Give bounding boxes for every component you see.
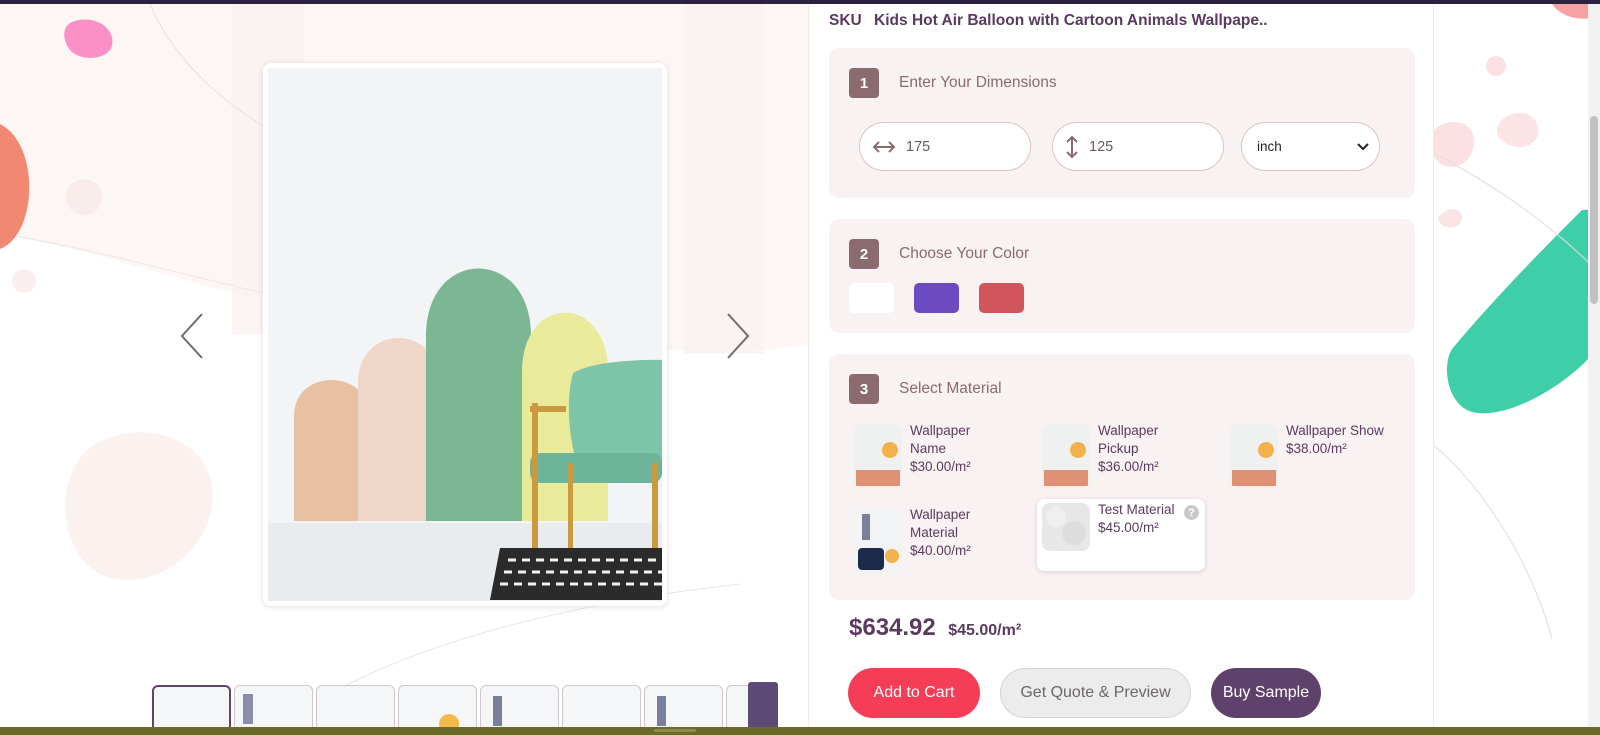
step-number: 2 bbox=[849, 239, 879, 269]
material-info: Test Material $45.00/m² bbox=[1098, 501, 1198, 537]
material-info: Wallpaper Name $30.00/m² bbox=[910, 422, 1010, 476]
material-price: $45.00/m² bbox=[1098, 520, 1159, 535]
browser-bottom-edge bbox=[0, 727, 1600, 735]
color-swatch-purple[interactable] bbox=[914, 283, 959, 313]
product-sku-line: SKU Kids Hot Air Balloon with Cartoon An… bbox=[829, 12, 1268, 30]
material-option[interactable]: Wallpaper Show $38.00/m² bbox=[1225, 420, 1393, 492]
material-section: 3 Select Material Wallpaper Name $30.00/… bbox=[829, 354, 1415, 600]
unit-select[interactable]: inch bbox=[1241, 122, 1380, 171]
chevron-down-icon bbox=[1357, 142, 1369, 150]
material-name: Wallpaper Pickup bbox=[1098, 423, 1159, 456]
material-price: $38.00/m² bbox=[1286, 441, 1347, 456]
thumbnail[interactable] bbox=[316, 685, 395, 731]
material-price: $40.00/m² bbox=[910, 543, 971, 558]
material-thumbnail bbox=[1230, 424, 1278, 488]
step-number: 3 bbox=[849, 374, 879, 404]
material-info: Wallpaper Material $40.00/m² bbox=[910, 506, 990, 560]
step-title: Enter Your Dimensions bbox=[899, 74, 1057, 91]
thumbnail[interactable] bbox=[562, 685, 641, 731]
material-thumbnail bbox=[1042, 424, 1090, 488]
material-option[interactable]: Wallpaper Name $30.00/m² bbox=[849, 420, 1017, 492]
price-summary: $634.92 $45.00/m² bbox=[849, 614, 1021, 642]
color-swatch-white[interactable] bbox=[849, 283, 894, 313]
material-option-selected[interactable]: Test Material $45.00/m² ? bbox=[1037, 499, 1205, 571]
step-number: 1 bbox=[849, 68, 879, 98]
material-price: $36.00/m² bbox=[1098, 459, 1159, 474]
vertical-arrows-icon bbox=[1066, 135, 1078, 158]
thumbnail-scroll-handle[interactable] bbox=[748, 682, 778, 730]
gallery-next-button[interactable] bbox=[722, 310, 752, 362]
thumbnail-strip bbox=[152, 685, 778, 731]
material-option[interactable]: Wallpaper Pickup $36.00/m² bbox=[1037, 420, 1205, 492]
step-title: Choose Your Color bbox=[899, 245, 1030, 262]
height-input[interactable] bbox=[1089, 138, 1199, 155]
decorative-background-right bbox=[1432, 4, 1600, 727]
material-price: $30.00/m² bbox=[910, 459, 971, 474]
buy-sample-button[interactable]: Buy Sample bbox=[1211, 668, 1321, 718]
material-thumbnail bbox=[854, 424, 902, 488]
material-thumbnail bbox=[1042, 503, 1090, 551]
width-input[interactable] bbox=[906, 138, 1016, 155]
material-name: Wallpaper Material bbox=[910, 507, 971, 540]
scrollbar-thumb[interactable] bbox=[1590, 116, 1598, 304]
material-name: Wallpaper Show bbox=[1286, 423, 1384, 438]
help-icon[interactable]: ? bbox=[1184, 505, 1199, 520]
chevron-left-icon bbox=[180, 313, 203, 359]
height-field[interactable] bbox=[1052, 122, 1224, 171]
material-info: Wallpaper Pickup $36.00/m² bbox=[1098, 422, 1198, 476]
thumbnail[interactable] bbox=[644, 685, 723, 731]
thumbnail[interactable] bbox=[234, 685, 313, 731]
thumbnail[interactable] bbox=[398, 685, 477, 731]
gallery-prev-button[interactable] bbox=[178, 310, 208, 362]
add-to-cart-button[interactable]: Add to Cart bbox=[848, 668, 980, 718]
material-info: Wallpaper Show $38.00/m² bbox=[1286, 422, 1396, 458]
price-per-unit: $45.00/m² bbox=[948, 622, 1022, 639]
material-thumbnail bbox=[854, 508, 902, 572]
total-price: $634.92 bbox=[849, 614, 936, 641]
bottom-handle bbox=[654, 729, 696, 732]
color-section: 2 Choose Your Color bbox=[829, 219, 1415, 333]
color-swatch-red[interactable] bbox=[979, 283, 1024, 313]
width-field[interactable] bbox=[859, 122, 1031, 171]
page-scrollbar[interactable] bbox=[1588, 4, 1600, 727]
unit-select-value: inch bbox=[1257, 139, 1282, 154]
material-option[interactable]: Wallpaper Material $40.00/m² bbox=[849, 504, 1017, 576]
sku-label: SKU bbox=[829, 12, 862, 29]
thumbnail[interactable] bbox=[152, 685, 231, 731]
horizontal-arrows-icon bbox=[872, 140, 896, 153]
material-name: Wallpaper Name bbox=[910, 423, 971, 456]
main-product-image bbox=[263, 63, 667, 606]
product-title: Kids Hot Air Balloon with Cartoon Animal… bbox=[874, 12, 1268, 29]
thumbnail[interactable] bbox=[480, 685, 559, 731]
product-config-panel: SKU Kids Hot Air Balloon with Cartoon An… bbox=[808, 4, 1434, 727]
get-quote-button[interactable]: Get Quote & Preview bbox=[1000, 668, 1191, 718]
material-name: Test Material bbox=[1098, 502, 1175, 517]
chevron-right-icon bbox=[727, 313, 750, 359]
step-title: Select Material bbox=[899, 380, 1002, 397]
dimensions-section: 1 Enter Your Dimensions inch bbox=[829, 48, 1415, 198]
